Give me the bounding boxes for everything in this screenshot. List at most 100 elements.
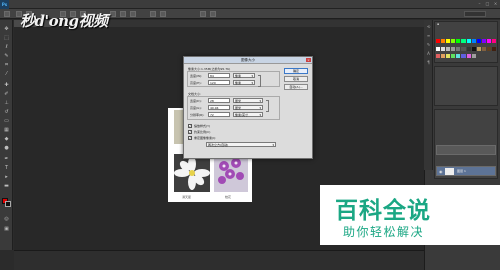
close-icon[interactable]: × <box>493 1 498 7</box>
layer-row[interactable] <box>436 145 496 155</box>
pixel-height-unit-select[interactable]: 像素 <box>233 80 255 85</box>
photo-bottom-left <box>174 154 210 192</box>
tab-color[interactable]: ▪ <box>435 22 439 27</box>
menu-item-select[interactable] <box>50 2 53 6</box>
pixel-height-input[interactable]: 120 <box>208 80 230 85</box>
blur-tool-icon[interactable]: ◆ <box>2 136 11 143</box>
status-bar <box>14 250 424 270</box>
resample-label: 重定图像像素(I): <box>194 136 217 140</box>
option-icon[interactable] <box>110 11 116 17</box>
photo-bottom-right <box>214 154 248 192</box>
option-icon[interactable] <box>130 11 136 17</box>
doc-height-input[interactable]: 40.94 <box>208 105 230 110</box>
eyedropper-tool-icon[interactable]: ⁄ <box>2 71 11 78</box>
resolution-label: 分辨率(R): <box>190 113 205 117</box>
menu-item-window[interactable] <box>79 2 82 6</box>
move-tool-icon[interactable]: ✥ <box>2 26 11 33</box>
marquee-tool-icon[interactable]: ⬚ <box>2 35 11 42</box>
resample-method-select[interactable]: 两次立方(自动) <box>206 142 276 147</box>
photoshop-logo: Ps <box>0 0 9 9</box>
maximize-icon[interactable]: □ <box>485 1 490 7</box>
tool-preset-icon[interactable] <box>4 11 10 17</box>
workspace-switcher[interactable] <box>464 11 486 17</box>
menu-item-edit[interactable] <box>20 2 23 6</box>
type-tool-icon[interactable]: T <box>2 165 11 172</box>
dialog-title: 图像大小 <box>241 57 255 62</box>
pixel-width-unit-select[interactable]: 像素 <box>233 73 255 78</box>
menu-item-file[interactable] <box>13 2 16 6</box>
doc-height-label: 高度(G): <box>190 106 202 110</box>
option-icon[interactable] <box>150 11 156 17</box>
dialog-title-bar[interactable]: 图像大小 × <box>184 57 312 64</box>
swatch-grid <box>436 39 496 61</box>
scale-styles-checkbox[interactable]: ✓ <box>188 124 192 128</box>
menu-item-type[interactable] <box>42 2 45 6</box>
scale-styles-label: 缩放样式(Y) <box>194 124 211 128</box>
brush-panel-icon[interactable]: ✎ <box>425 42 432 48</box>
history-panel-icon[interactable]: ⟲ <box>425 24 432 30</box>
option-icon[interactable] <box>120 11 126 17</box>
history-brush-tool-icon[interactable]: ↺ <box>2 109 11 116</box>
option-icon[interactable] <box>160 11 166 17</box>
menu-item-view[interactable] <box>72 2 75 6</box>
paragraph-panel-icon[interactable]: ¶ <box>425 60 432 66</box>
resolution-input[interactable]: 72 <box>208 112 230 117</box>
path-select-tool-icon[interactable]: ▸ <box>2 174 11 181</box>
menu-item-image[interactable] <box>28 2 31 6</box>
clone-stamp-tool-icon[interactable]: ⊥ <box>2 100 11 107</box>
close-icon[interactable]: × <box>306 58 311 62</box>
menu-item-3d[interactable] <box>64 2 67 6</box>
character-panel-icon[interactable]: A <box>425 51 432 57</box>
brush-tool-icon[interactable]: ✐ <box>2 91 11 98</box>
cancel-button[interactable]: 取消 <box>284 76 308 82</box>
menu-item-filter[interactable] <box>57 2 60 6</box>
ok-button[interactable]: 确定 <box>284 68 308 74</box>
properties-panel-icon[interactable]: ≡ <box>425 33 432 39</box>
lasso-tool-icon[interactable]: ℓ <box>2 44 11 51</box>
healing-brush-tool-icon[interactable]: ✚ <box>2 82 11 89</box>
eraser-tool-icon[interactable]: ▭ <box>2 118 11 125</box>
layer-name: 图层 1 <box>457 169 466 173</box>
constrain-proportions-checkbox[interactable]: ✓ <box>188 130 192 134</box>
adjustments-panel <box>434 66 498 106</box>
height-label: 高度(H): <box>190 81 202 85</box>
gradient-tool-icon[interactable]: ▦ <box>2 127 11 134</box>
resolution-unit-select[interactable]: 像素/英寸 <box>233 112 263 117</box>
caption-right: 桔花 <box>225 195 232 199</box>
crop-tool-icon[interactable]: ⌗ <box>2 62 11 69</box>
dodge-tool-icon[interactable]: ● <box>2 145 11 152</box>
doc-width-unit-select[interactable]: 厘米 <box>233 98 263 103</box>
doc-height-unit-select[interactable]: 厘米 <box>233 105 263 110</box>
eye-icon[interactable]: ◉ <box>439 169 443 174</box>
baike-logo-title: 百科全说 <box>335 198 431 224</box>
constrain-link-icon <box>266 100 269 112</box>
menu-item-layer[interactable] <box>35 2 38 6</box>
doc-width-label: 宽度(D): <box>190 99 202 103</box>
shape-tool-icon[interactable]: ▬ <box>2 183 11 190</box>
layer-thumbnail <box>445 168 454 175</box>
doc-width-input[interactable]: 28 <box>208 98 230 103</box>
white-flower-icon <box>174 156 210 190</box>
width-label: 宽度(W): <box>190 74 203 78</box>
option-icon[interactable] <box>200 11 206 17</box>
baike-logo-subtitle: 助你轻松解决 <box>343 225 425 239</box>
quick-mask-icon[interactable]: ◎ <box>2 216 11 223</box>
constrain-link-icon <box>258 75 261 87</box>
menu-item-help[interactable] <box>86 2 89 6</box>
pixel-width-input[interactable]: 84 <box>208 73 230 78</box>
caption-left: 满天星 <box>182 195 192 199</box>
screen-mode-icon[interactable]: ▣ <box>2 226 11 233</box>
baike-logo: 百科全说 助你轻松解决 <box>320 185 500 245</box>
layer-row-selected[interactable]: ◉ 图层 1 <box>436 166 496 176</box>
pen-tool-icon[interactable]: ✒ <box>2 156 11 163</box>
auto-button[interactable]: 自动(A)... <box>284 84 308 90</box>
background-color-swatch[interactable] <box>5 201 11 207</box>
resample-checkbox[interactable]: ✓ <box>188 136 192 140</box>
option-icon[interactable] <box>210 11 216 17</box>
quick-select-tool-icon[interactable]: ✎ <box>2 53 11 60</box>
panel-icon-strip: ⟲ ≡ ✎ A ¶ <box>424 20 433 170</box>
minimize-icon[interactable]: – <box>477 1 482 7</box>
tools-panel: ✥ ⬚ ℓ ✎ ⌗ ⁄ ✚ ✐ ⊥ ↺ ▭ ▦ ◆ ● ✒ T ▸ ▬ ◎ ▣ <box>0 20 13 250</box>
purple-flowers-icon <box>218 158 244 184</box>
image-size-dialog: 图像大小 × 像素大小:1.35M(之前为95.7K) 宽度(W): 84 像素… <box>183 56 313 159</box>
